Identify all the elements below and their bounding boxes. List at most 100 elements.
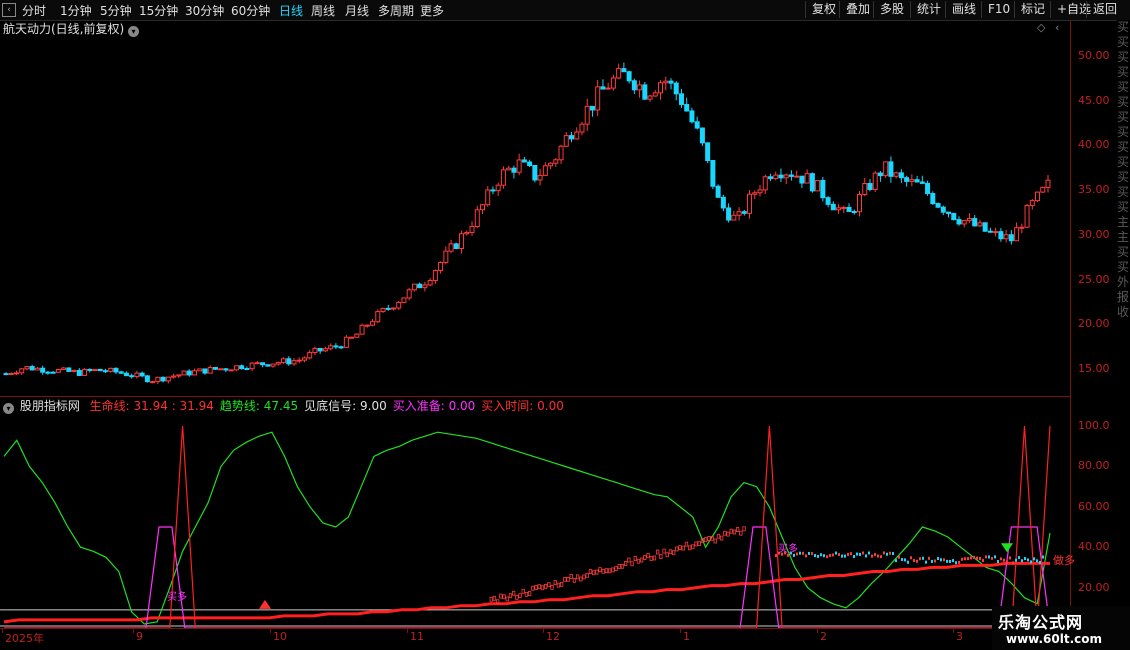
period-tab-9[interactable]: 多周期 [378,2,414,19]
candle-body [459,233,465,249]
candle-body [338,346,344,349]
indicator-candle [1021,559,1023,563]
candle-body [977,222,983,227]
indicator-candle [955,561,957,565]
candle-body [249,362,255,370]
candle-body [296,359,302,362]
period-tab-4[interactable]: 30分钟 [185,2,224,19]
indicator-candle [1030,560,1032,564]
candle-body [862,183,868,196]
indicator-tick: 80.00 [1078,459,1110,473]
candle-body [479,204,485,211]
candle-body [61,367,67,371]
indicator-candle [611,567,615,573]
back-small-icon[interactable]: ‹ [2,3,16,17]
indicator-candle [707,536,711,541]
toolbar-button-5[interactable]: F10 [981,1,1016,18]
candle-body [134,372,140,377]
indicator-candle [952,559,954,563]
date-label: 11 [410,630,424,643]
indicator-candle [928,556,930,560]
indicator-candle [1027,558,1029,562]
candle-body [972,218,978,227]
indicator-candle [652,555,657,561]
indicator-candle [640,557,644,563]
indicator-candle [643,555,647,560]
candle-body [710,159,716,187]
candle-body [1029,200,1035,207]
period-tab-10[interactable]: 更多 [420,2,444,19]
candle-body [631,80,637,91]
candle-body [260,362,266,366]
toolbar-button-6[interactable]: 标记 [1014,1,1051,18]
toolbar-button-0[interactable]: 复权 [805,1,842,18]
candle-body [699,127,705,144]
candle-body [689,110,695,123]
candle-body [181,370,187,376]
indicator-candle [961,557,963,561]
toolbar-button-8[interactable]: 返回 [1086,1,1123,18]
candle-body [401,297,407,304]
period-tab-1[interactable]: 1分钟 [60,2,92,19]
indicator-candle [922,556,924,560]
candle-body [1019,226,1025,229]
candle-body [820,179,826,199]
chevron-down-icon[interactable]: ▾ [3,403,14,414]
chevron-down-icon[interactable]: ▾ [128,26,140,37]
indicator-candle [569,573,573,579]
watermark-name: 乐淘公式网 [998,613,1084,632]
candle-body [684,103,690,112]
indicator-candle [802,551,804,555]
indicator-candle [832,553,834,557]
candle-body [427,280,433,286]
candle-body [50,371,56,374]
period-tab-7[interactable]: 周线 [311,2,335,19]
candle-body [495,184,501,192]
stock-title: 航天动力(日线,前复权) [3,22,125,36]
period-tab-3[interactable]: 15分钟 [139,2,178,19]
candle-body [595,86,601,111]
candle-body [521,159,527,163]
date-tick [953,628,954,633]
candle-body [825,197,831,205]
candle-body [29,366,35,371]
candle-body [192,370,198,376]
candle-body [464,231,470,235]
candle-body [500,169,506,186]
candle-body [856,194,862,213]
indicator-candle [694,541,698,547]
toolbar-button-3[interactable]: 统计 [910,1,947,18]
indicator-value-3: 买入准备: 0.00 [392,399,476,413]
candle-body [516,159,522,173]
candle-body [904,177,910,182]
toolbar-button-2[interactable]: 多股 [873,1,910,18]
candle-body [987,230,993,233]
chevron-left-icon[interactable]: ‹ [1055,21,1059,34]
indicator-candle [531,585,535,591]
candle-body [579,123,585,133]
diamond-icon[interactable]: ◇ [1037,21,1045,34]
period-tab-8[interactable]: 月线 [345,2,369,19]
indicator-candle [550,584,554,590]
indicator-candle [579,576,583,582]
period-tab-0[interactable]: 分时 [22,2,46,19]
indicator-candle [585,572,589,578]
indicator-value-4: 买入时间: 0.00 [481,399,564,413]
candle-body [8,373,14,376]
toolbar-button-4[interactable]: 画线 [945,1,982,18]
candle-body [291,360,297,365]
indicator-candle [614,566,618,572]
candle-body [108,367,114,372]
indicator-candle [829,554,831,558]
candle-body [24,366,30,370]
period-tab-6[interactable]: 日线 [279,2,303,19]
candle-body [553,159,559,164]
candle-body [925,182,931,195]
candle-body [186,370,192,376]
indicator-candle [943,558,945,562]
period-tab-5[interactable]: 60分钟 [231,2,270,19]
date-tick [680,628,681,633]
indicator-candle [994,555,996,559]
toolbar-button-1[interactable]: 叠加 [839,1,876,18]
period-tab-2[interactable]: 5分钟 [100,2,132,19]
